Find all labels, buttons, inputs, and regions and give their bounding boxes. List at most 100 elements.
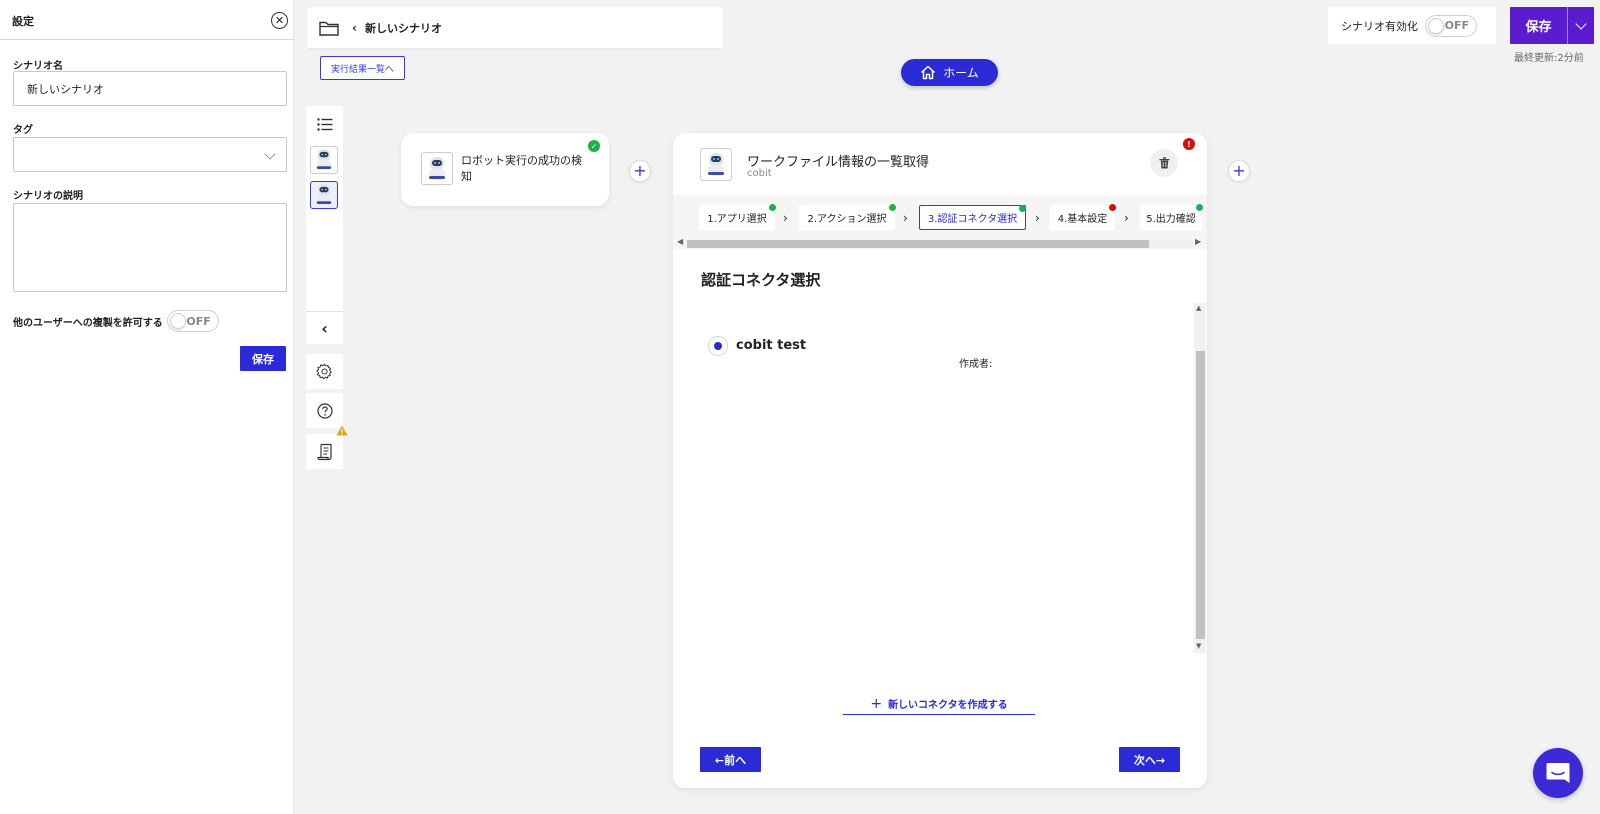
scroll-left-icon[interactable]: ◀ [677,237,683,246]
tab-app-select[interactable]: 1.アプリ選択 [699,204,776,230]
tab-ok-dot [1196,204,1203,211]
chevron-right-icon: › [903,211,908,225]
toggle-state: OFF [1444,19,1469,32]
tab-ok-dot [889,204,896,211]
connector-list: cobit test 作成者: ▲ ▼ [673,303,1207,653]
robot-icon [316,184,332,206]
log-icon[interactable] [306,434,343,469]
section-title: 認証コネクタ選択 [701,271,821,289]
scenario-enable-box: シナリオ有効化 OFF [1328,7,1496,44]
scroll-thumb[interactable] [687,240,1149,248]
warning-icon [336,425,348,436]
error-badge-icon: ! [1183,138,1195,150]
divider [306,311,343,312]
results-list-link[interactable]: 実行結果一覧へ [320,56,405,80]
tab-output-check[interactable]: 5.出力確認 [1140,204,1203,230]
scroll-down-icon[interactable]: ▼ [1196,642,1201,650]
connector-creator: 作成者: [959,359,993,370]
back-chevron-icon[interactable]: ‹ [352,21,357,35]
help-icon[interactable] [306,393,343,428]
home-label: ホーム [943,66,979,80]
step-navigator: ‹ [306,106,343,344]
scroll-thumb[interactable] [1196,351,1205,639]
copy-permission-toggle[interactable]: OFF [166,310,219,332]
last-updated: 最終更新:2分前 [1514,53,1584,64]
settings-tool [306,354,343,389]
description-textarea[interactable] [13,203,287,292]
horizontal-scrollbar[interactable]: ◀ ▶ [677,237,1203,248]
tab-action-select[interactable]: 2.アクション選択 [799,204,896,230]
vertical-scrollbar[interactable]: ▲ ▼ [1194,303,1206,653]
folder-icon[interactable] [319,20,339,36]
scenario-header: ‹ 新しいシナリオ [307,7,723,48]
home-button[interactable]: ホーム [901,59,998,86]
chevron-down-icon [264,148,276,160]
save-dropdown-button[interactable] [1567,7,1594,44]
toggle-state: OFF [186,314,211,328]
create-connector-link[interactable]: + 新しいコネクタを作成する [843,693,1035,715]
chevron-down-icon [1575,17,1587,30]
chevron-right-icon: › [783,211,788,225]
settings-panel: 設定 ✕ シナリオ名 新しいシナリオ タグ シナリオの説明 他のユーザーへの複製… [0,0,294,814]
robot-icon [428,156,446,181]
settings-header: 設定 ✕ [0,0,293,40]
chat-icon [1546,763,1570,783]
next-button[interactable]: 次へ→ [1119,747,1180,772]
close-icon[interactable]: ✕ [271,12,288,29]
log-tool [306,425,348,469]
scenario-enable-label: シナリオ有効化 [1341,19,1418,33]
action-step-card: ワークファイル情報の一覧取得 cobit ! 1.アプリ選択 › 2.アクション… [673,133,1207,788]
robot-icon [707,152,725,177]
home-icon [921,65,936,80]
chevron-right-icon: › [1035,211,1040,225]
tab-label: 1.アプリ選択 [707,214,767,225]
collapse-chevron-icon[interactable]: ‹ [306,318,343,338]
tab-basic-settings[interactable]: 4.基本設定 [1050,204,1116,230]
action-title: ワークファイル情報の一覧取得 [747,155,930,170]
chat-launcher-button[interactable] [1533,748,1583,798]
radio-selected-dot [714,342,722,350]
action-app-icon [700,148,732,181]
top-save-button-group: 保存 [1510,7,1594,44]
list-icon[interactable] [306,114,343,134]
description-label: シナリオの説明 [13,191,83,202]
prev-button[interactable]: ←前へ [700,747,761,772]
tab-label: 4.基本設定 [1057,214,1108,225]
settings-title: 設定 [12,15,34,28]
step-thumb-1[interactable] [310,146,338,174]
copy-permission-label: 他のユーザーへの複製を許可する [13,317,163,329]
step-thumb-2[interactable] [310,181,338,209]
top-save-button[interactable]: 保存 [1510,7,1567,44]
scenario-name-value: 新しいシナリオ [27,82,104,96]
tab-ok-dot [1019,205,1026,212]
robot-icon [316,149,332,171]
scroll-up-icon[interactable]: ▲ [1196,304,1201,312]
success-check-icon: ✓ [588,140,600,152]
tag-select[interactable] [13,137,287,172]
scenario-title: 新しいシナリオ [364,21,442,35]
toggle-knob [169,313,186,329]
settings-save-button[interactable]: 保存 [240,346,286,371]
connector-name: cobit test [736,338,807,353]
tab-label: 5.出力確認 [1146,214,1196,225]
trigger-step-card[interactable]: ロボット実行の成功の検知 ✓ [401,133,609,206]
help-tool [306,393,343,428]
scroll-right-icon[interactable]: ▶ [1195,237,1201,246]
gear-icon[interactable] [306,354,343,389]
tab-label: 2.アクション選択 [807,214,887,225]
tab-connector-select[interactable]: 3.認証コネクタ選択 [919,205,1026,230]
connector-radio[interactable] [708,336,728,356]
add-step-button[interactable]: + [1228,160,1250,182]
scenario-name-input[interactable]: 新しいシナリオ [13,71,287,106]
tab-ok-dot [769,204,776,211]
chevron-right-icon: › [1124,211,1129,225]
add-step-button[interactable]: + [629,160,651,182]
scenario-enable-toggle[interactable]: OFF [1425,14,1477,37]
trash-icon [1159,157,1169,169]
delete-step-button[interactable] [1150,149,1178,177]
step-title: ロボット実行の成功の検知 [461,154,582,183]
tab-label: 3.認証コネクタ選択 [927,214,1018,225]
tab-error-dot [1109,204,1116,211]
copy-permission-row: 他のユーザーへの複製を許可する OFF [13,310,219,332]
plus-icon: + [870,695,883,712]
